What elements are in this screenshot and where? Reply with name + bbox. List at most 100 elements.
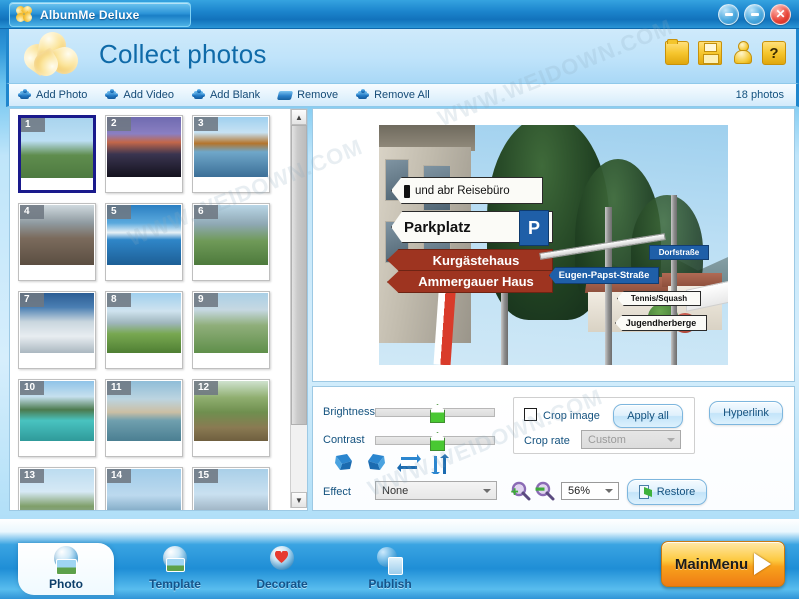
thumbnail-item-1[interactable]: 1	[18, 115, 96, 193]
thumbnail-image: 6	[194, 205, 268, 265]
thumbnail-number: 2	[107, 117, 131, 131]
chevron-down-icon	[667, 437, 675, 442]
add-blank-label: Add Blank	[209, 89, 261, 101]
contrast-slider[interactable]	[375, 432, 495, 451]
toolbar: Add Photo Add Video Add Blank Remove Rem…	[6, 83, 799, 107]
header-icon-bar: ?	[665, 39, 786, 65]
thumbnail-image: 8	[107, 293, 181, 353]
sidebar-item-template[interactable]: Template	[127, 543, 223, 595]
sidebar-item-publish[interactable]: Publish	[342, 543, 438, 595]
thumbnail-number: 5	[107, 205, 131, 219]
thumbnail-item-5[interactable]: 5	[105, 203, 183, 281]
thumbnail-item-3[interactable]: 3	[192, 115, 270, 193]
minimize-icon[interactable]	[718, 4, 739, 25]
thumbnail-item-13[interactable]: 13	[18, 467, 96, 510]
thumbnail-item-9[interactable]: 9	[192, 291, 270, 369]
thumbnail-image: 10	[20, 381, 94, 441]
close-icon[interactable]: ✕	[770, 4, 791, 25]
eraser-icon	[276, 90, 294, 100]
sign-tennis-squash: Tennis/Squash	[617, 291, 701, 306]
crop-rate-select[interactable]: Custom	[581, 430, 681, 449]
thumbnail-number: 7	[20, 293, 44, 307]
thumbnail-image: 13	[20, 469, 94, 510]
thumbnail-image: 14	[107, 469, 181, 510]
crop-rate-value: Custom	[588, 433, 626, 446]
flip-horizontal-icon[interactable]	[397, 452, 421, 472]
crop-image-checkbox[interactable]	[524, 408, 537, 421]
user-icon[interactable]	[731, 41, 753, 64]
zoom-level-value: 56%	[568, 485, 591, 497]
sign-eugen-papst-strasse: Eugen-Papst-Straße	[549, 267, 659, 284]
thumbnail-number: 9	[194, 293, 218, 307]
help-icon[interactable]: ?	[762, 41, 786, 65]
flower-logo-icon	[14, 4, 34, 24]
thumbnail-item-11[interactable]: 11	[105, 379, 183, 457]
brightness-slider[interactable]	[375, 404, 495, 423]
restore-icon	[638, 485, 653, 499]
effect-select[interactable]: None	[375, 481, 497, 500]
thumbnail-item-10[interactable]: 10	[18, 379, 96, 457]
restore-label: Restore	[656, 486, 696, 498]
thumbnail-scrollbar[interactable]: ▲ ▼	[290, 109, 307, 508]
effect-value: None	[382, 484, 409, 497]
thumbnail-image: 2	[107, 117, 181, 177]
thumbnail-number: 3	[194, 117, 218, 131]
thumbnail-item-15[interactable]: 15	[192, 467, 270, 510]
thumbnail-number: 14	[107, 469, 131, 483]
thumbnail-item-4[interactable]: 4	[18, 203, 96, 281]
zoom-in-icon[interactable]	[511, 481, 531, 501]
publish-globe-icon	[375, 546, 405, 576]
puzzle-multi-icon	[356, 89, 370, 101]
sidebar-item-photo[interactable]: Photo	[18, 543, 114, 595]
scroll-down-button[interactable]: ▼	[291, 492, 307, 508]
thumbnail-item-2[interactable]: 2	[105, 115, 183, 193]
add-video-button[interactable]: Add Video	[96, 85, 183, 105]
restore-button[interactable]: Restore	[627, 479, 707, 505]
thumbnail-item-12[interactable]: 12	[192, 379, 270, 457]
photo-count-label: 18 photos	[735, 89, 784, 101]
hyperlink-label: Hyperlink	[723, 407, 769, 419]
chevron-down-icon	[483, 488, 491, 493]
scroll-up-button[interactable]: ▲	[291, 109, 307, 125]
sidebar-item-decorate[interactable]: Decorate	[234, 543, 330, 595]
rotate-left-icon[interactable]	[333, 452, 355, 472]
open-folder-icon[interactable]	[665, 39, 689, 65]
puzzle-icon	[105, 89, 119, 101]
thumbnail-number: 11	[107, 381, 131, 395]
photo-preview-panel[interactable]: und abr Reisebüro Parkplatz P Kurgästeha…	[312, 108, 795, 382]
brightness-slider-knob[interactable]	[430, 404, 445, 423]
thumbnail-item-14[interactable]: 14	[105, 467, 183, 510]
rotate-right-icon[interactable]	[365, 452, 387, 472]
remove-all-button[interactable]: Remove All	[347, 85, 439, 105]
add-video-label: Add Video	[123, 89, 174, 101]
sign-parking-p: P	[519, 210, 549, 246]
flip-vertical-icon[interactable]	[429, 452, 451, 474]
sign-jugendherberge: Jugendherberge	[615, 315, 707, 331]
hyperlink-button[interactable]: Hyperlink	[709, 401, 783, 425]
thumbnail-item-7[interactable]: 7	[18, 291, 96, 369]
contrast-slider-knob[interactable]	[430, 432, 445, 451]
crop-image-label: Crop image	[543, 410, 600, 422]
puzzle-icon	[18, 89, 31, 101]
thumbnail-item-6[interactable]: 6	[192, 203, 270, 281]
app-flower-logo-icon	[18, 29, 82, 81]
sign-dorfstrasse: Dorfstraße	[649, 245, 709, 260]
page-header: Collect photos ?	[6, 29, 799, 83]
maximize-icon[interactable]	[744, 4, 765, 25]
apply-all-button[interactable]: Apply all	[613, 404, 683, 428]
sign-ammergauer-haus: Ammergauer Haus	[387, 271, 553, 293]
thumbnail-image: 15	[194, 469, 268, 510]
scrollbar-thumb[interactable]	[291, 125, 307, 425]
thumbnail-item-8[interactable]: 8	[105, 291, 183, 369]
thumbnail-panel[interactable]: 1 2 3 4 5 6 7 8 9 10 11 12 13 14 15 ▲ ▼	[9, 108, 308, 511]
add-photo-button[interactable]: Add Photo	[9, 85, 96, 105]
zoom-level-select[interactable]: 56%	[561, 482, 619, 500]
zoom-out-icon[interactable]	[535, 481, 555, 501]
main-menu-button[interactable]: MainMenu	[661, 541, 785, 587]
thumbnail-number: 4	[20, 205, 44, 219]
thumbnail-image: 11	[107, 381, 181, 441]
remove-button[interactable]: Remove	[269, 85, 347, 105]
add-blank-button[interactable]: Add Blank	[183, 85, 269, 105]
thumbnail-image: 5	[107, 205, 181, 265]
save-icon[interactable]	[698, 41, 722, 65]
